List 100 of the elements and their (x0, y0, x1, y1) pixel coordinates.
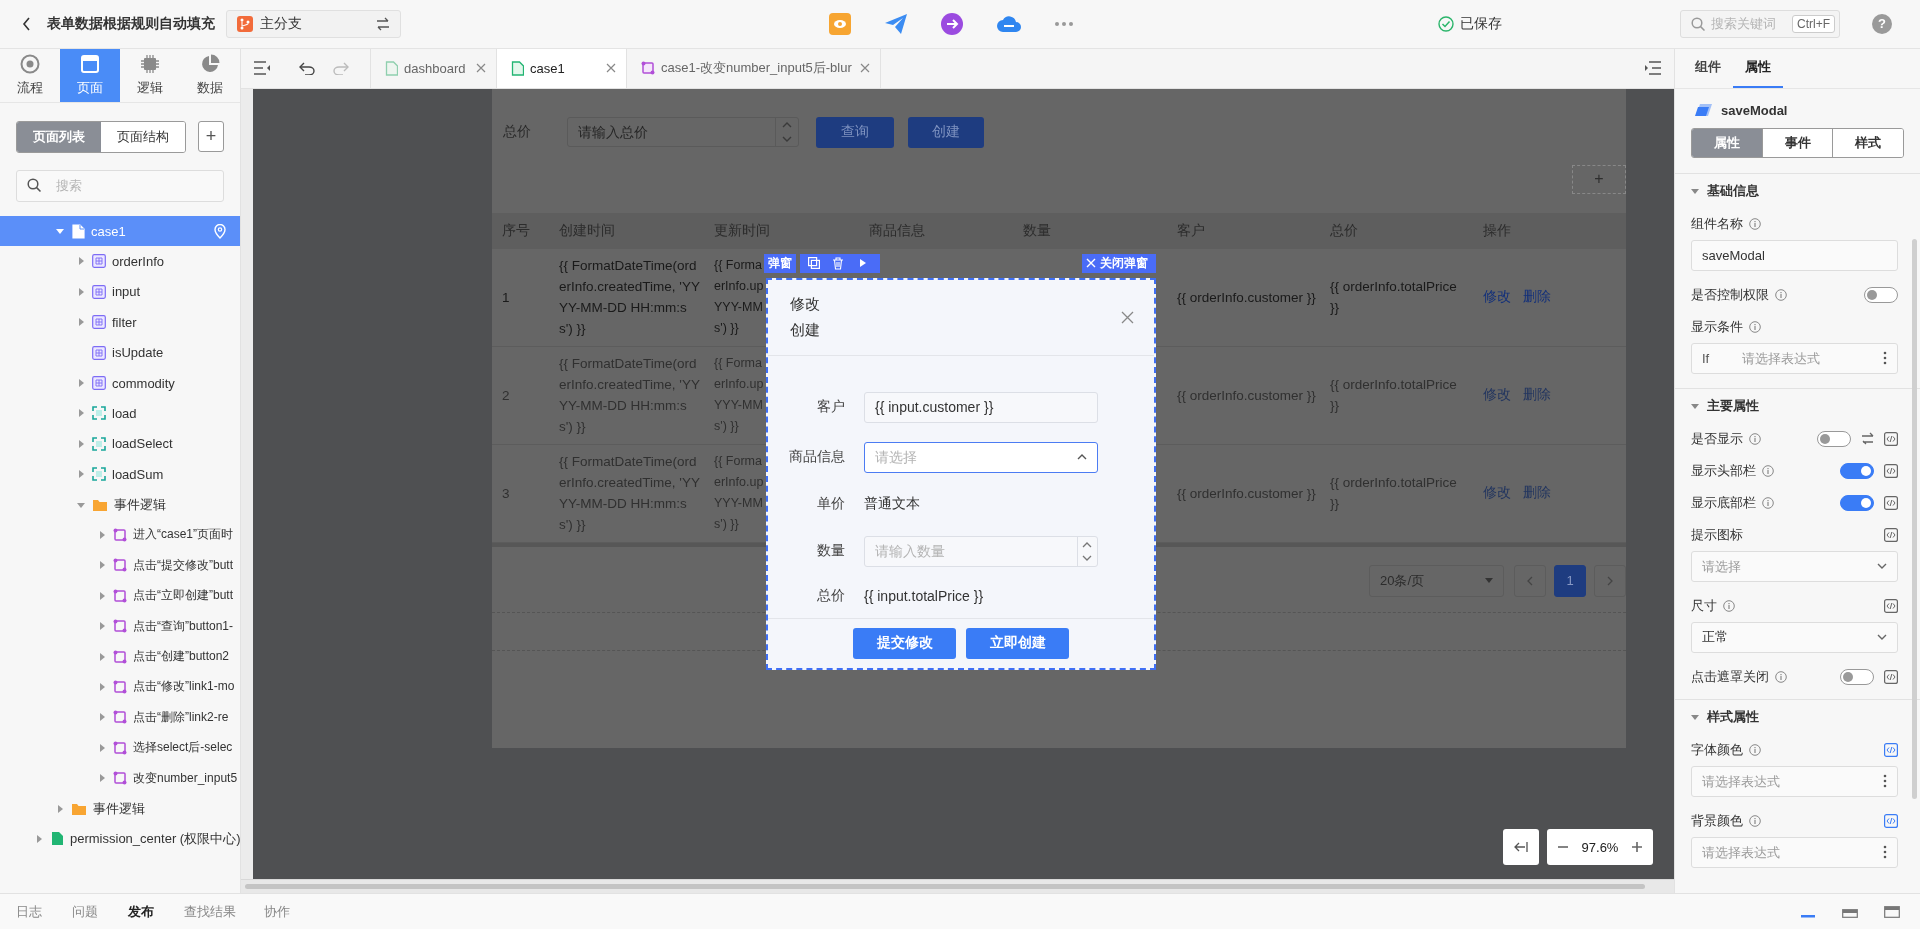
tree-item[interactable]: filter (0, 307, 240, 338)
code-icon[interactable] (1884, 669, 1898, 684)
tree-item[interactable]: orderInfo (0, 246, 240, 277)
primary-button[interactable]: 立即创建 (966, 627, 1069, 659)
collapsed-arrow-icon[interactable] (97, 773, 107, 784)
collapsed-arrow-icon[interactable] (76, 286, 86, 297)
redo-icon[interactable] (333, 61, 349, 76)
undo-icon[interactable] (299, 61, 315, 76)
tree-item[interactable]: 点击“修改”link1-mo (0, 671, 240, 703)
expression-field[interactable]: If 请选择表达式 (1691, 342, 1898, 374)
menu-collapse-icon[interactable] (253, 61, 271, 76)
panel-tab[interactable]: 属性 (1733, 48, 1783, 88)
tree-item[interactable]: isUpdate (0, 337, 240, 368)
text-input[interactable]: 正常 (1702, 629, 1869, 645)
toggle-switch[interactable] (1817, 430, 1851, 447)
decrement-icon[interactable] (1082, 555, 1093, 563)
text-input[interactable]: 请选择表达式 (1702, 844, 1875, 860)
segment-tab[interactable]: 样式 (1832, 128, 1903, 157)
collapsed-arrow-icon[interactable] (97, 590, 107, 601)
text-input[interactable]: 请选择表达式 (1742, 350, 1875, 366)
segment-tab[interactable]: 事件 (1761, 128, 1833, 157)
collapsed-arrow-icon[interactable] (34, 833, 44, 844)
action-button[interactable]: 创建 (908, 116, 984, 148)
trash-icon[interactable] (832, 256, 844, 270)
increment-icon[interactable] (1082, 540, 1093, 548)
caret-down-icon[interactable] (1691, 401, 1699, 410)
text-input[interactable]: 请输入数量 (875, 543, 1077, 560)
zoom-in-icon[interactable] (1632, 842, 1643, 853)
tree-item[interactable]: loadSelect (0, 428, 240, 459)
more-icon[interactable] (1883, 845, 1887, 860)
tree-item[interactable]: 改变number_input5 (0, 762, 240, 794)
tree-item[interactable]: 事件逻辑 (0, 489, 240, 520)
code-icon[interactable] (1884, 431, 1898, 446)
decrement-icon[interactable] (781, 135, 792, 144)
primary-button[interactable]: 提交修改 (853, 627, 956, 659)
bottom-tab[interactable]: 查找结果 (184, 902, 248, 921)
code-icon[interactable] (1884, 527, 1898, 542)
text-input[interactable]: 搜索 (56, 178, 223, 194)
expand-panel-icon[interactable] (1644, 61, 1662, 76)
cloud-icon[interactable] (996, 13, 1022, 34)
nav-tab[interactable]: 流程 (0, 48, 60, 102)
collapsed-arrow-icon[interactable] (55, 803, 65, 814)
play-icon[interactable] (860, 259, 866, 268)
text-input[interactable]: 请选择 (1702, 558, 1869, 574)
segment-tab[interactable]: 页面结构 (101, 121, 185, 152)
expression-field[interactable]: 请选择表达式 (1691, 836, 1898, 868)
page-button[interactable]: 1 (1554, 564, 1586, 597)
more-icon[interactable] (1883, 351, 1887, 366)
tree-item[interactable]: loadSum (0, 459, 240, 490)
nav-tab[interactable]: 逻辑 (120, 48, 180, 102)
caret-down-icon[interactable] (1691, 712, 1699, 721)
tree-item[interactable]: commodity (0, 367, 240, 399)
tree-item[interactable]: 点击“查询”button1- (0, 610, 240, 642)
editor-tab[interactable]: case1-改变number_input5后-blur (627, 48, 881, 88)
full-panel-icon[interactable] (1884, 905, 1900, 918)
search-field[interactable]: 搜索关键词 Ctrl+F (1680, 9, 1840, 38)
editor-tab[interactable]: case1 (497, 48, 627, 88)
bottom-tab[interactable]: 发布 (128, 902, 168, 921)
tree-item[interactable]: input (0, 276, 240, 308)
close-icon[interactable] (476, 63, 486, 74)
number-field[interactable]: 请输入总价 (567, 117, 799, 148)
collapsed-arrow-icon[interactable] (76, 438, 86, 449)
collapsed-arrow-icon[interactable] (76, 256, 86, 267)
toggle-switch[interactable] (1864, 286, 1898, 303)
toggle-switch[interactable] (1840, 494, 1874, 511)
action-button[interactable]: 查询 (816, 116, 894, 148)
code-icon[interactable] (1884, 495, 1898, 510)
panel-tab[interactable]: 组件 (1683, 48, 1733, 88)
collapsed-arrow-icon[interactable] (97, 560, 107, 571)
tree-item[interactable]: 点击“创建”button2 (0, 641, 240, 672)
collapsed-arrow-icon[interactable] (76, 469, 86, 480)
text-input[interactable]: 请输入总价 (578, 124, 775, 141)
text-input[interactable]: 请选择 (875, 449, 1077, 466)
collapsed-arrow-icon[interactable] (97, 651, 107, 662)
collapsed-arrow-icon[interactable] (76, 378, 86, 389)
close-icon[interactable] (860, 63, 870, 74)
toggle-switch[interactable] (1840, 668, 1874, 685)
text-field[interactable]: {{ input.customer }} (864, 391, 1098, 423)
select-field[interactable]: 请选择 (864, 441, 1098, 473)
tree-item[interactable]: 事件逻辑 (0, 793, 240, 824)
nav-tab[interactable]: 数据 (180, 48, 240, 102)
search-field[interactable]: 搜索 (16, 169, 224, 202)
collapsed-arrow-icon[interactable] (97, 530, 107, 540)
text-input[interactable]: 搜索关键词 (1711, 16, 1786, 32)
tree-item[interactable]: load (0, 398, 240, 429)
collapse-button[interactable] (1503, 829, 1539, 866)
tree-item[interactable]: permission_center (权限中心) (0, 823, 240, 855)
code-icon[interactable] (1884, 598, 1898, 613)
tree-item[interactable]: 选择select后-selec (0, 732, 240, 763)
tree-item[interactable]: 点击“删除”link2-re (0, 702, 240, 733)
close-icon[interactable] (1121, 310, 1134, 324)
location-pin-icon[interactable] (214, 223, 226, 239)
collapsed-arrow-icon[interactable] (97, 742, 107, 753)
close-modal-button[interactable]: 关闭弹窗 (1082, 253, 1156, 273)
more-icon[interactable] (1883, 774, 1887, 789)
add-button[interactable]: + (198, 121, 224, 153)
back-icon[interactable] (22, 16, 31, 31)
toggle-switch[interactable] (1840, 462, 1874, 479)
collapsed-arrow-icon[interactable] (97, 681, 107, 692)
text-input[interactable]: saveModal (1702, 247, 1887, 263)
